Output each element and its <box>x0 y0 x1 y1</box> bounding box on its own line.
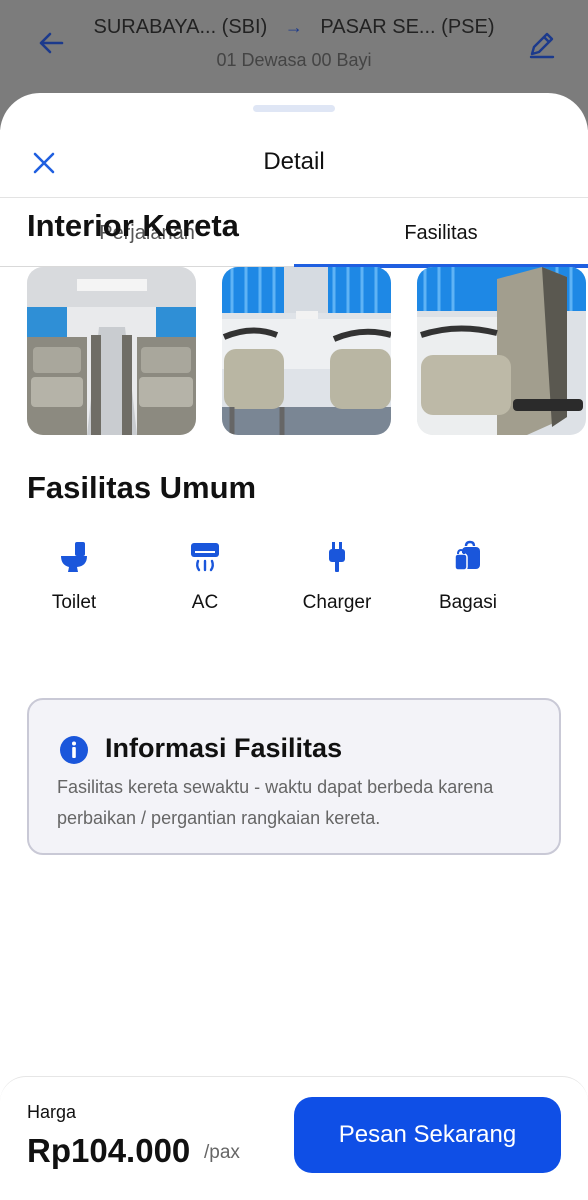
sheet-drag-handle[interactable] <box>253 105 335 112</box>
facility-item-toilet: Toilet <box>14 540 134 614</box>
price-value: Rp104.000 <box>27 1132 191 1169</box>
price-footer: Harga Rp104.000 /pax Pesan Sekarang <box>0 1076 588 1200</box>
facility-item-bagasi: Bagasi <box>408 540 528 614</box>
facility-label: Charger <box>302 592 372 613</box>
passenger-summary: 01 Dewasa 00 Bayi <box>216 50 372 70</box>
info-text: Fasilitas kereta sewaktu - waktu dapat b… <box>57 777 494 828</box>
book-now-button[interactable]: Pesan Sekarang <box>294 1097 561 1173</box>
facility-label: Toilet <box>51 592 97 613</box>
ac-icon <box>191 543 219 572</box>
info-icon <box>60 736 88 764</box>
destination-station: PASAR SE... (PSE) <box>320 16 495 38</box>
facility-item-ac: AC <box>145 540 265 614</box>
facilities-title: Fasilitas Umum <box>27 470 257 505</box>
interior-photo-seat-side[interactable] <box>417 267 586 435</box>
origin-station: SURABAYA... (SBI) <box>93 16 268 38</box>
charger-icon <box>329 542 345 572</box>
price-label: Harga <box>27 1102 77 1122</box>
detail-sheet: Detail Perjalanan Fasilitas <box>0 93 588 1200</box>
route-arrow-icon: → <box>284 17 303 37</box>
toilet-icon <box>61 542 87 572</box>
interior-title: Interior Kereta <box>27 208 239 243</box>
facility-info-box: Informasi Fasilitas Fasilitas kereta sew… <box>27 698 561 855</box>
interior-photo-aisle[interactable] <box>27 267 196 435</box>
tab-fasilitas[interactable]: Fasilitas <box>294 198 588 268</box>
facility-label: Bagasi <box>438 592 498 613</box>
price-unit: /pax <box>204 1142 240 1163</box>
interior-photo-carousel[interactable] <box>27 267 588 437</box>
info-title: Informasi Fasilitas <box>105 733 343 763</box>
luggage-icon <box>454 540 480 571</box>
facility-item-charger: Charger <box>277 540 397 614</box>
sheet-title: Detail <box>263 148 325 175</box>
route-summary: SURABAYA... (SBI) → PASAR SE... (PSE) <box>0 16 588 39</box>
interior-photo-window-seats[interactable] <box>222 267 391 435</box>
facility-label: AC <box>191 592 219 613</box>
facilities-list: Toilet AC Charger Bagasi <box>0 540 588 630</box>
edit-pencil-icon[interactable] <box>526 28 558 60</box>
